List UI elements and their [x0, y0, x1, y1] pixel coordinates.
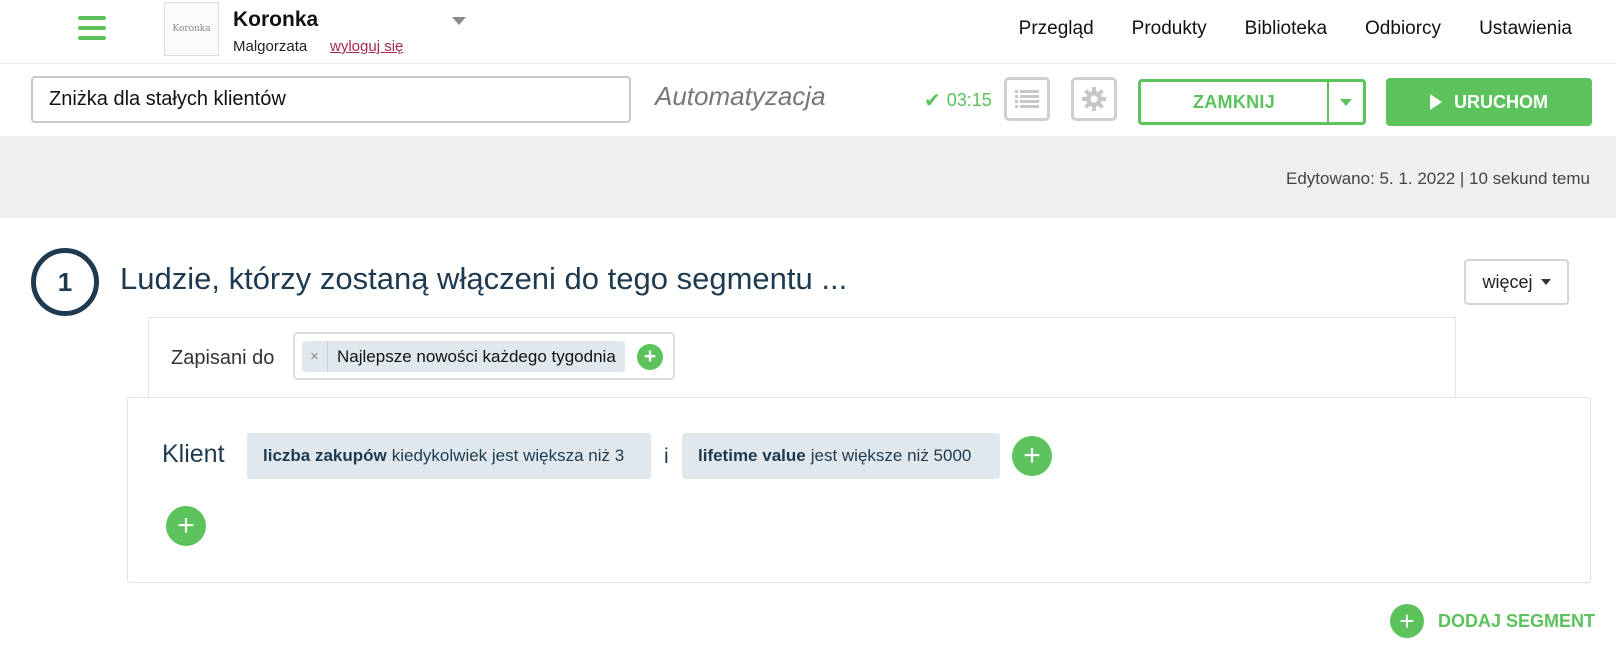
add-segment-label: DODAJ SEGMENT: [1438, 610, 1596, 631]
gear-icon: [1082, 87, 1106, 111]
play-icon: [1430, 94, 1442, 110]
timer-value: 03:15: [946, 90, 992, 110]
mode-label: Automatyzacja: [655, 81, 826, 111]
condition-field: lifetime value: [698, 446, 806, 465]
section-title: Ludzie, którzy zostaną włączeni do tego …: [120, 261, 848, 296]
condition-chip[interactable]: liczba zakupów kiedykolwiek jest większa…: [247, 433, 651, 479]
nav-item-odbiorcy[interactable]: Odbiorcy: [1365, 18, 1441, 40]
list-tag-input[interactable]: × Najlepsze nowości każdego tygodnia +: [293, 332, 675, 380]
plus-icon: +: [1023, 439, 1041, 472]
step-number-badge: 1: [31, 248, 99, 316]
caret-down-icon: [1340, 98, 1352, 106]
logout-link[interactable]: wyloguj się: [330, 38, 403, 55]
caret-down-icon: [1540, 279, 1551, 285]
add-condition-group-button[interactable]: +: [166, 506, 206, 546]
automation-name-input[interactable]: [31, 76, 631, 123]
nav-item-produkty[interactable]: Produkty: [1132, 18, 1207, 40]
settings-button[interactable]: [1071, 77, 1117, 121]
close-split-button: ZAMKNIJ: [1138, 79, 1366, 125]
subscribed-to-label: Zapisani do: [171, 347, 275, 369]
plus-icon: +: [643, 345, 657, 368]
nav-item-ustawienia[interactable]: Ustawienia: [1479, 18, 1572, 40]
run-button-label: URUCHOM: [1454, 91, 1548, 112]
caret-down-icon[interactable]: [452, 17, 466, 25]
add-list-button[interactable]: +: [637, 344, 663, 370]
list-tag-label: Najlepsze nowości każdego tygodnia: [337, 346, 616, 366]
close-icon[interactable]: ×: [302, 341, 328, 372]
brand-name: Koronka: [233, 8, 319, 31]
more-dropdown-button[interactable]: więcej: [1464, 259, 1569, 305]
condition-field: liczba zakupów: [263, 446, 387, 465]
hamburger-icon[interactable]: [78, 16, 106, 40]
status-band: Edytowano: 5. 1. 2022 | 10 sekund temu: [0, 136, 1616, 218]
more-label: więcej: [1482, 271, 1533, 292]
list-view-button[interactable]: [1004, 77, 1050, 121]
list-tag: × Najlepsze nowości każdego tygodnia: [302, 341, 625, 372]
close-button[interactable]: ZAMKNIJ: [1141, 82, 1327, 122]
plus-icon: +: [177, 509, 195, 542]
add-segment-button[interactable]: + DODAJ SEGMENT: [1390, 604, 1595, 638]
close-options-toggle[interactable]: [1327, 82, 1363, 122]
top-navbar: Koronka Koronka Malgorzata wyloguj się P…: [0, 0, 1616, 64]
autosave-timer: ✔ 03:15: [924, 88, 992, 113]
nav-item-biblioteka[interactable]: Biblioteka: [1245, 18, 1327, 40]
conjunction-label: i: [664, 445, 669, 468]
run-button[interactable]: URUCHOM: [1386, 78, 1592, 126]
subject-label: Klient: [162, 440, 225, 468]
condition-chip[interactable]: lifetime value jest większe niż 5000: [682, 433, 1000, 479]
subscription-filter-panel: Zapisani do × Najlepsze nowości każdego …: [148, 317, 1456, 399]
brand-logo[interactable]: Koronka: [164, 2, 219, 56]
nav-item-przeglad[interactable]: Przegląd: [1019, 18, 1094, 40]
checkmark-icon: ✔: [924, 90, 941, 112]
plus-icon: +: [1390, 604, 1424, 638]
user-name: Malgorzata: [233, 38, 308, 55]
condition-rule: jest większe niż 5000: [810, 446, 972, 465]
conditions-panel: Klient liczba zakupów kiedykolwiek jest …: [127, 397, 1591, 583]
add-condition-button[interactable]: +: [1012, 436, 1052, 476]
list-icon: [1015, 90, 1039, 108]
editor-toolbar: Automatyzacja ✔ 03:15: [0, 64, 1616, 136]
last-edited-text: Edytowano: 5. 1. 2022 | 10 sekund temu: [1285, 169, 1590, 188]
condition-rule: kiedykolwiek jest większa niż 3: [391, 446, 625, 465]
main-nav: Przegląd Produkty Biblioteka Odbiorcy Us…: [1019, 18, 1572, 40]
